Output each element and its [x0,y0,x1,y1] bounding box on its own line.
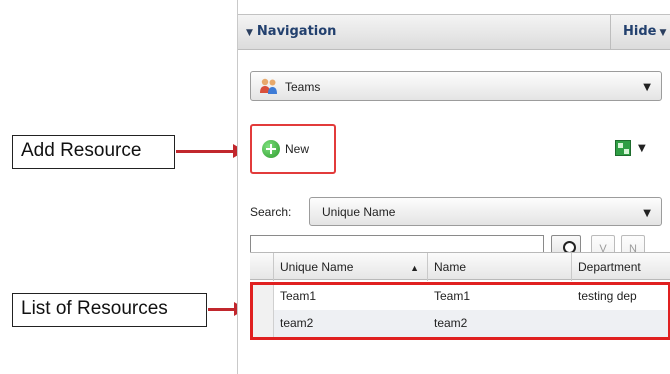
hide-button-label: Hide [623,24,657,39]
add-resource-callout-text: Add Resource [21,140,142,161]
people-icon [260,78,277,94]
sort-ascending-icon: ▲ [410,263,419,273]
hide-button-wrap: Hide ▼ [610,15,666,49]
search-field-select[interactable]: Unique Name ▼ [309,197,662,226]
cell-name: team2 [434,316,468,330]
new-resource-button[interactable]: New [250,124,336,174]
table-row[interactable]: team2 team2 [250,310,670,337]
column-header-department-label: Department [578,260,641,274]
navigation-panel: ▼ Navigation Hide ▼ Teams ▼ New ▼ Search: … [237,0,670,374]
chevron-down-icon: ▼ [643,82,651,93]
navigation-title-label: Navigation [256,24,337,39]
search-label: Search: [250,205,292,219]
column-header-unique-name[interactable]: Unique Name ▲ [274,253,428,281]
header-select-cell [250,253,274,281]
cell-name: Team1 [434,289,471,303]
table-header: Unique Name ▲ Name Department [250,252,670,281]
module-select-label: Teams [285,80,321,94]
module-select[interactable]: Teams ▼ [250,71,662,101]
cell-department: testing dep [578,289,637,303]
cell-department [572,310,670,337]
add-resource-callout: Add Resource [12,135,175,169]
navigation-title[interactable]: ▼ Navigation [246,24,336,39]
collapse-triangle-icon: ▼ [246,28,253,38]
list-of-resources-callout: List of Resources [12,293,207,327]
grid-view-dropdown-icon[interactable]: ▼ [638,143,646,154]
list-of-resources-arrow [208,308,235,311]
column-header-name[interactable]: Name [428,253,572,281]
table-row[interactable]: Team1 Team1 testing dep [250,283,670,310]
navigation-header: ▼ Navigation Hide ▼ [238,14,670,50]
row-selector[interactable] [250,283,274,310]
cell-unique-name: Team1 [280,289,317,303]
column-header-unique-name-label: Unique Name [280,260,354,274]
cell-unique-name: team2 [280,316,314,330]
list-of-resources-callout-text: List of Resources [21,298,168,319]
add-resource-arrow [176,150,234,153]
add-circle-icon [262,140,280,158]
new-button-label: New [285,142,310,156]
grid-view-icon[interactable] [615,140,631,156]
hide-button[interactable]: Hide ▼ [623,24,666,39]
hide-dropdown-icon: ▼ [659,28,667,38]
column-header-department[interactable]: Department [572,253,670,281]
chevron-down-icon: ▼ [643,208,651,219]
column-header-name-label: Name [434,260,467,274]
row-selector[interactable] [250,310,274,337]
search-field-select-label: Unique Name [322,205,396,219]
